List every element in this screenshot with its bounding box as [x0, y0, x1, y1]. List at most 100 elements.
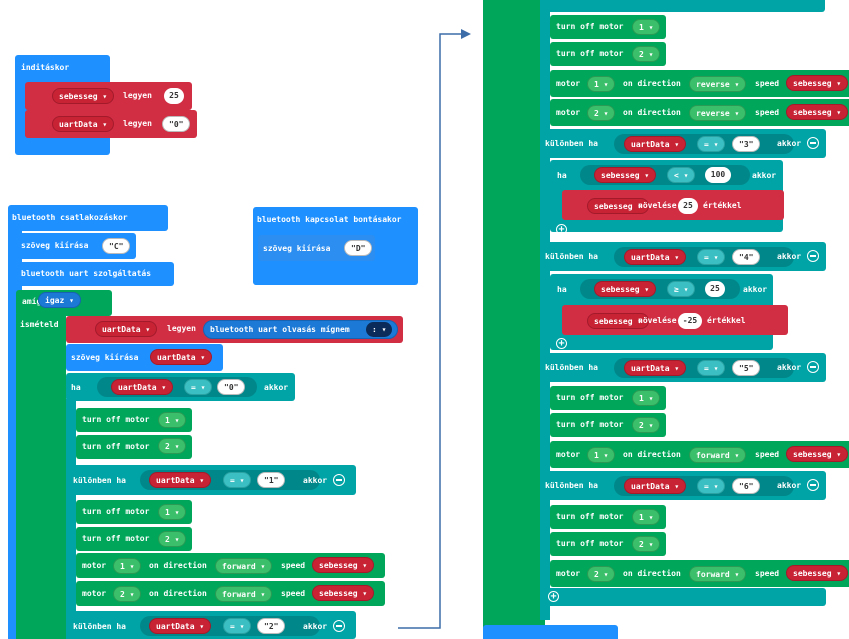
motor-2-dropdown-i[interactable]: 2 [587, 566, 616, 582]
direction-forward-dropdown-3[interactable]: forward [689, 447, 747, 463]
if-label-2: ha [557, 171, 567, 180]
motor-1-dropdown-b[interactable]: 1 [158, 504, 187, 520]
var-sebesseg-speed-5[interactable]: sebesseg [786, 446, 849, 462]
value-100[interactable]: 100 [705, 167, 731, 183]
motor-label-6: motor [556, 569, 581, 578]
add-elseif-icon[interactable]: + [548, 591, 559, 602]
delimiter-dropdown[interactable]: : [366, 322, 393, 337]
value-string-0[interactable]: "0" [162, 116, 191, 132]
var-sebesseg-speed-4[interactable]: sebesseg [786, 104, 849, 120]
motor-1-dropdown-h[interactable]: 1 [632, 509, 661, 525]
var-uartdata-dropdown[interactable]: uartData [52, 116, 115, 132]
value-string-c[interactable]: "C" [102, 238, 131, 254]
direction-forward-dropdown-2[interactable]: forward [215, 586, 273, 602]
direction-forward-dropdown-4[interactable]: forward [689, 566, 747, 582]
op-eq-dropdown-2[interactable]: = [223, 618, 252, 634]
turn-off-label-5: turn off motor [556, 22, 624, 31]
value-minus-25[interactable]: -25 [678, 313, 702, 329]
var-sebesseg-speed-3[interactable]: sebesseg [786, 75, 849, 91]
var-uartdata-ref[interactable]: uartData [150, 349, 213, 365]
on-direction-label: on direction [149, 561, 207, 570]
value-string-1[interactable]: "1" [257, 472, 286, 488]
then-label-3: akkor [777, 139, 802, 148]
show-string-label-2: szöveg kiírása [71, 353, 139, 362]
var-sebesseg-speed-6[interactable]: sebesseg [786, 565, 849, 581]
op-ge-dropdown[interactable]: ≥ [667, 281, 696, 297]
bt-uart-read-label: bluetooth uart olvasás mígnem [210, 325, 350, 334]
value-string-6[interactable]: "6" [732, 478, 761, 494]
motor-2-dropdown-d[interactable]: 2 [632, 46, 661, 62]
then-label-2: akkor [303, 622, 328, 631]
var-sebesseg-cmp-ge[interactable]: sebesseg [594, 281, 657, 297]
motor-1-dropdown-e[interactable]: 1 [587, 76, 616, 92]
then-label-1: akkor [303, 476, 328, 485]
remove-elseif-icon-4[interactable] [807, 250, 819, 262]
value-string-4[interactable]: "4" [732, 249, 761, 265]
motor-label-5: motor [556, 450, 581, 459]
remove-elseif-icon-5[interactable] [807, 361, 819, 373]
remove-elseif-icon-3[interactable] [807, 137, 819, 149]
motor-2-dropdown-f[interactable]: 2 [632, 417, 661, 433]
speed-label: speed [281, 561, 306, 570]
value-string-5[interactable]: "5" [732, 360, 761, 376]
elseif-label-6: különben ha [545, 481, 598, 490]
var-sebesseg-dropdown[interactable]: sebesseg [52, 88, 115, 104]
add-branch-icon[interactable]: + [556, 224, 567, 235]
motor-2-dropdown-h[interactable]: 2 [632, 536, 661, 552]
op-lt-dropdown[interactable]: < [667, 167, 696, 183]
then-label-6: akkor [743, 285, 768, 294]
motor-1-dropdown-d[interactable]: 1 [632, 19, 661, 35]
motor-1-dropdown-g[interactable]: 1 [587, 447, 616, 463]
op-eq-dropdown-1[interactable]: = [223, 472, 252, 488]
var-uartdata-dropdown-2[interactable]: uartData [95, 321, 158, 337]
speed-label-2: speed [281, 589, 306, 598]
op-eq-dropdown-4[interactable]: = [697, 249, 726, 265]
value-25-c[interactable]: 25 [705, 281, 725, 297]
value-string-0b[interactable]: "0" [217, 379, 246, 395]
direction-forward-dropdown[interactable]: forward [215, 558, 273, 574]
var-sebesseg-speed-2[interactable]: sebesseg [312, 585, 375, 601]
op-eq-dropdown-5[interactable]: = [697, 360, 726, 376]
var-uartdata-cmp5[interactable]: uartData [624, 360, 687, 376]
remove-elseif-icon-2[interactable] [333, 620, 345, 632]
set-label-2: legyen [123, 119, 152, 128]
value-string-d[interactable]: "D" [344, 240, 373, 256]
motor-2-dropdown-e[interactable]: 2 [587, 105, 616, 121]
motor-1-dropdown[interactable]: 1 [158, 412, 187, 428]
op-eq-dropdown-6[interactable]: = [697, 478, 726, 494]
var-uartdata-cmp6[interactable]: uartData [624, 478, 687, 494]
if-end-block [540, 588, 826, 606]
add-branch-icon-2[interactable]: + [556, 338, 567, 349]
var-uartdata-cmp0[interactable]: uartData [111, 379, 174, 395]
var-uartdata-cmp3[interactable]: uartData [624, 136, 687, 152]
on-direction-label-5: on direction [623, 450, 681, 459]
value-string-3[interactable]: "3" [732, 136, 761, 152]
bt-connected-continued [483, 625, 618, 639]
var-uartdata-cmp2[interactable]: uartData [149, 618, 212, 634]
if-continued-top [540, 0, 825, 12]
then-label: akkor [264, 383, 289, 392]
op-eq-dropdown-3[interactable]: = [697, 136, 726, 152]
motor-2-dropdown-c[interactable]: 2 [113, 586, 142, 602]
value-25[interactable]: 25 [164, 88, 184, 104]
var-sebesseg-speed[interactable]: sebesseg [312, 557, 375, 573]
remove-elseif-icon-6[interactable] [807, 479, 819, 491]
var-uartdata-cmp1[interactable]: uartData [149, 472, 212, 488]
set-label: legyen [123, 91, 152, 100]
motor-2-dropdown[interactable]: 2 [158, 438, 187, 454]
while-true-dropdown[interactable]: igaz [38, 292, 81, 308]
var-sebesseg-cmp-lt[interactable]: sebesseg [594, 167, 657, 183]
direction-reverse-dropdown[interactable]: reverse [689, 76, 747, 92]
value-string-2[interactable]: "2" [257, 618, 286, 634]
op-eq-dropdown-0[interactable]: = [184, 379, 213, 395]
remove-elseif-icon[interactable] [333, 474, 345, 486]
turn-off-label-8: turn off motor [556, 420, 624, 429]
on-start-title: inditáskor [21, 63, 70, 72]
var-uartdata-cmp4[interactable]: uartData [624, 249, 687, 265]
motor-2-dropdown-b[interactable]: 2 [158, 531, 187, 547]
direction-reverse-dropdown-2[interactable]: reverse [689, 105, 747, 121]
motor-1-dropdown-c[interactable]: 1 [113, 558, 142, 574]
by-label-1: értékkel [703, 201, 742, 210]
motor-1-dropdown-f[interactable]: 1 [632, 390, 661, 406]
value-25-b[interactable]: 25 [678, 198, 698, 214]
